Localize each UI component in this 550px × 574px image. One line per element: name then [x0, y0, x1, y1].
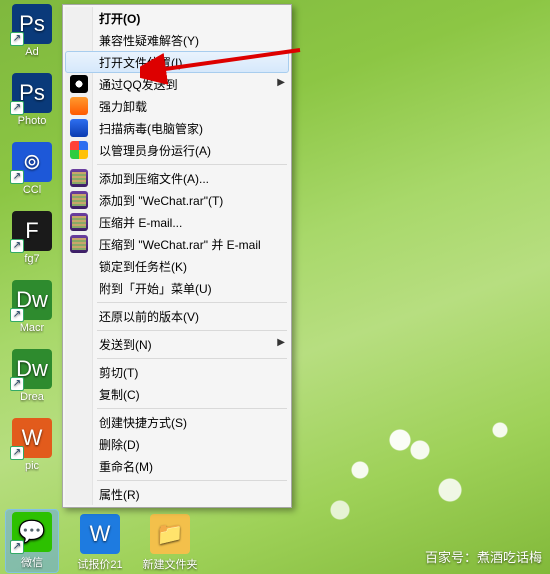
menu-item[interactable]: 还原以前的版本(V)	[65, 305, 289, 327]
menu-item-label: 重命名(M)	[99, 458, 153, 475]
menu-item-label: 还原以前的版本(V)	[99, 308, 199, 325]
shortcut-badge-icon: ↗	[10, 32, 24, 46]
qq-icon	[69, 75, 89, 93]
desktop-icon-label: fg7	[24, 253, 39, 265]
desktop-icon[interactable]: Dw↗ Drea	[6, 349, 58, 403]
menu-item[interactable]: 添加到 "WeChat.rar"(T)	[65, 189, 289, 211]
menu-item-label: 创建快捷方式(S)	[99, 414, 187, 431]
desktop-icons-bottom: W 试报价21 📁 新建文件夹	[72, 514, 198, 572]
menu-item[interactable]: 重命名(M)	[65, 455, 289, 477]
menu-item[interactable]: 压缩并 E-mail...	[65, 211, 289, 233]
wechat-icon: 💬↗	[12, 512, 52, 552]
desktop-icon-wechat[interactable]: 💬↗ 微信	[6, 510, 58, 572]
menu-item[interactable]: 添加到压缩文件(A)...	[65, 167, 289, 189]
menu-item-label: 通过QQ发送到	[99, 76, 178, 93]
app-tile-icon: ⊚↗	[12, 142, 52, 182]
shortcut-badge-icon: ↗	[10, 446, 24, 460]
desktop-icon[interactable]: 📁 新建文件夹	[142, 514, 198, 572]
menu-item-label: 压缩并 E-mail...	[99, 214, 182, 231]
menu-item-label: 锁定到任务栏(K)	[99, 258, 187, 275]
menu-item-label: 复制(C)	[99, 386, 140, 403]
rar-icon	[69, 169, 89, 187]
desktop-icon[interactable]: Ps↗ Photo	[6, 73, 58, 127]
desktop-icon[interactable]: W 试报价21	[72, 514, 128, 572]
app-tile-icon: Ps↗	[12, 4, 52, 44]
context-menu: 打开(O) 兼容性疑难解答(Y) 打开文件位置(I) 通过QQ发送到 ▶ 强力卸载扫描病毒…	[62, 4, 292, 508]
desktop-icons-column: Ps↗ Ad Ps↗ Photo ⊚↗ CCl F↗ fg7 Dw↗ Macr Dw↗ Drea W↗ p…	[6, 4, 58, 472]
desktop-icon-label: Macr	[20, 322, 44, 334]
shortcut-badge-icon: ↗	[10, 540, 24, 554]
menu-item[interactable]: 兼容性疑难解答(Y)	[65, 29, 289, 51]
uninst-icon	[69, 97, 89, 115]
app-tile-icon: W↗	[12, 418, 52, 458]
menu-item-label: 扫描病毒(电脑管家)	[99, 120, 203, 137]
desktop-icon-label: Photo	[18, 115, 47, 127]
menu-item[interactable]: 以管理员身份运行(A)	[65, 139, 289, 161]
shortcut-badge-icon: ↗	[10, 308, 24, 322]
menu-item-label: 添加到压缩文件(A)...	[99, 170, 209, 187]
menu-item-label: 发送到(N)	[99, 336, 152, 353]
submenu-arrow-icon: ▶	[277, 337, 285, 348]
menu-item-label: 打开文件位置(I)	[99, 54, 182, 71]
rar-icon	[69, 213, 89, 231]
menu-item-label: 打开(O)	[99, 10, 140, 27]
file-icon: 📁	[150, 514, 190, 554]
desktop-icon[interactable]: F↗ fg7	[6, 211, 58, 265]
menu-item-label: 属性(R)	[99, 486, 140, 503]
rar-icon	[69, 235, 89, 253]
menu-item-label: 添加到 "WeChat.rar"(T)	[99, 192, 223, 209]
app-tile-icon: F↗	[12, 211, 52, 251]
desktop-icon-label: 试报价21	[77, 556, 122, 572]
menu-item[interactable]: 打开文件位置(I)	[65, 51, 289, 73]
file-icon: W	[80, 514, 120, 554]
menu-item[interactable]: 删除(D)	[65, 433, 289, 455]
menu-item[interactable]: 锁定到任务栏(K)	[65, 255, 289, 277]
watermark: 百家号：煮酒吃话梅	[425, 547, 542, 566]
shortcut-badge-icon: ↗	[10, 239, 24, 253]
menu-item[interactable]: 发送到(N) ▶	[65, 333, 289, 355]
menu-item[interactable]: 复制(C)	[65, 383, 289, 405]
desktop-icon[interactable]: Ps↗ Ad	[6, 4, 58, 58]
desktop-icon-label: Drea	[20, 391, 44, 403]
menu-item-label: 以管理员身份运行(A)	[99, 142, 211, 159]
menu-item[interactable]: 扫描病毒(电脑管家)	[65, 117, 289, 139]
shield-icon	[69, 119, 89, 137]
submenu-arrow-icon: ▶	[277, 77, 285, 88]
desktop-icon-label: pic	[25, 460, 39, 472]
menu-item-label: 删除(D)	[99, 436, 140, 453]
desktop-icon[interactable]: W↗ pic	[6, 418, 58, 472]
menu-item[interactable]: 强力卸载	[65, 95, 289, 117]
menu-item-label: 强力卸载	[99, 98, 147, 115]
app-tile-icon: Dw↗	[12, 280, 52, 320]
desktop-icon[interactable]: Dw↗ Macr	[6, 280, 58, 334]
app-tile-icon: Ps↗	[12, 73, 52, 113]
rar-icon	[69, 191, 89, 209]
desktop-icon-label: 微信	[21, 554, 43, 570]
menu-item-label: 兼容性疑难解答(Y)	[99, 32, 199, 49]
menu-item-label: 剪切(T)	[99, 364, 138, 381]
menu-item-label: 压缩到 "WeChat.rar" 并 E-mail	[99, 236, 261, 253]
menu-item[interactable]: 属性(R)	[65, 483, 289, 505]
shortcut-badge-icon: ↗	[10, 377, 24, 391]
app-tile-icon: Dw↗	[12, 349, 52, 389]
menu-item[interactable]: 通过QQ发送到 ▶	[65, 73, 289, 95]
shortcut-badge-icon: ↗	[10, 101, 24, 115]
menu-item[interactable]: 压缩到 "WeChat.rar" 并 E-mail	[65, 233, 289, 255]
shortcut-badge-icon: ↗	[10, 170, 24, 184]
menu-item[interactable]: 创建快捷方式(S)	[65, 411, 289, 433]
menu-item[interactable]: 打开(O)	[65, 7, 289, 29]
desktop-icon-label: CCl	[23, 184, 41, 196]
menu-item[interactable]: 附到「开始」菜单(U)	[65, 277, 289, 299]
desktop-icon-label: Ad	[25, 46, 38, 58]
desktop-icon-label: 新建文件夹	[143, 556, 198, 572]
menu-item-label: 附到「开始」菜单(U)	[99, 280, 212, 297]
menu-item[interactable]: 剪切(T)	[65, 361, 289, 383]
admin-icon	[69, 141, 89, 159]
desktop-icon[interactable]: ⊚↗ CCl	[6, 142, 58, 196]
